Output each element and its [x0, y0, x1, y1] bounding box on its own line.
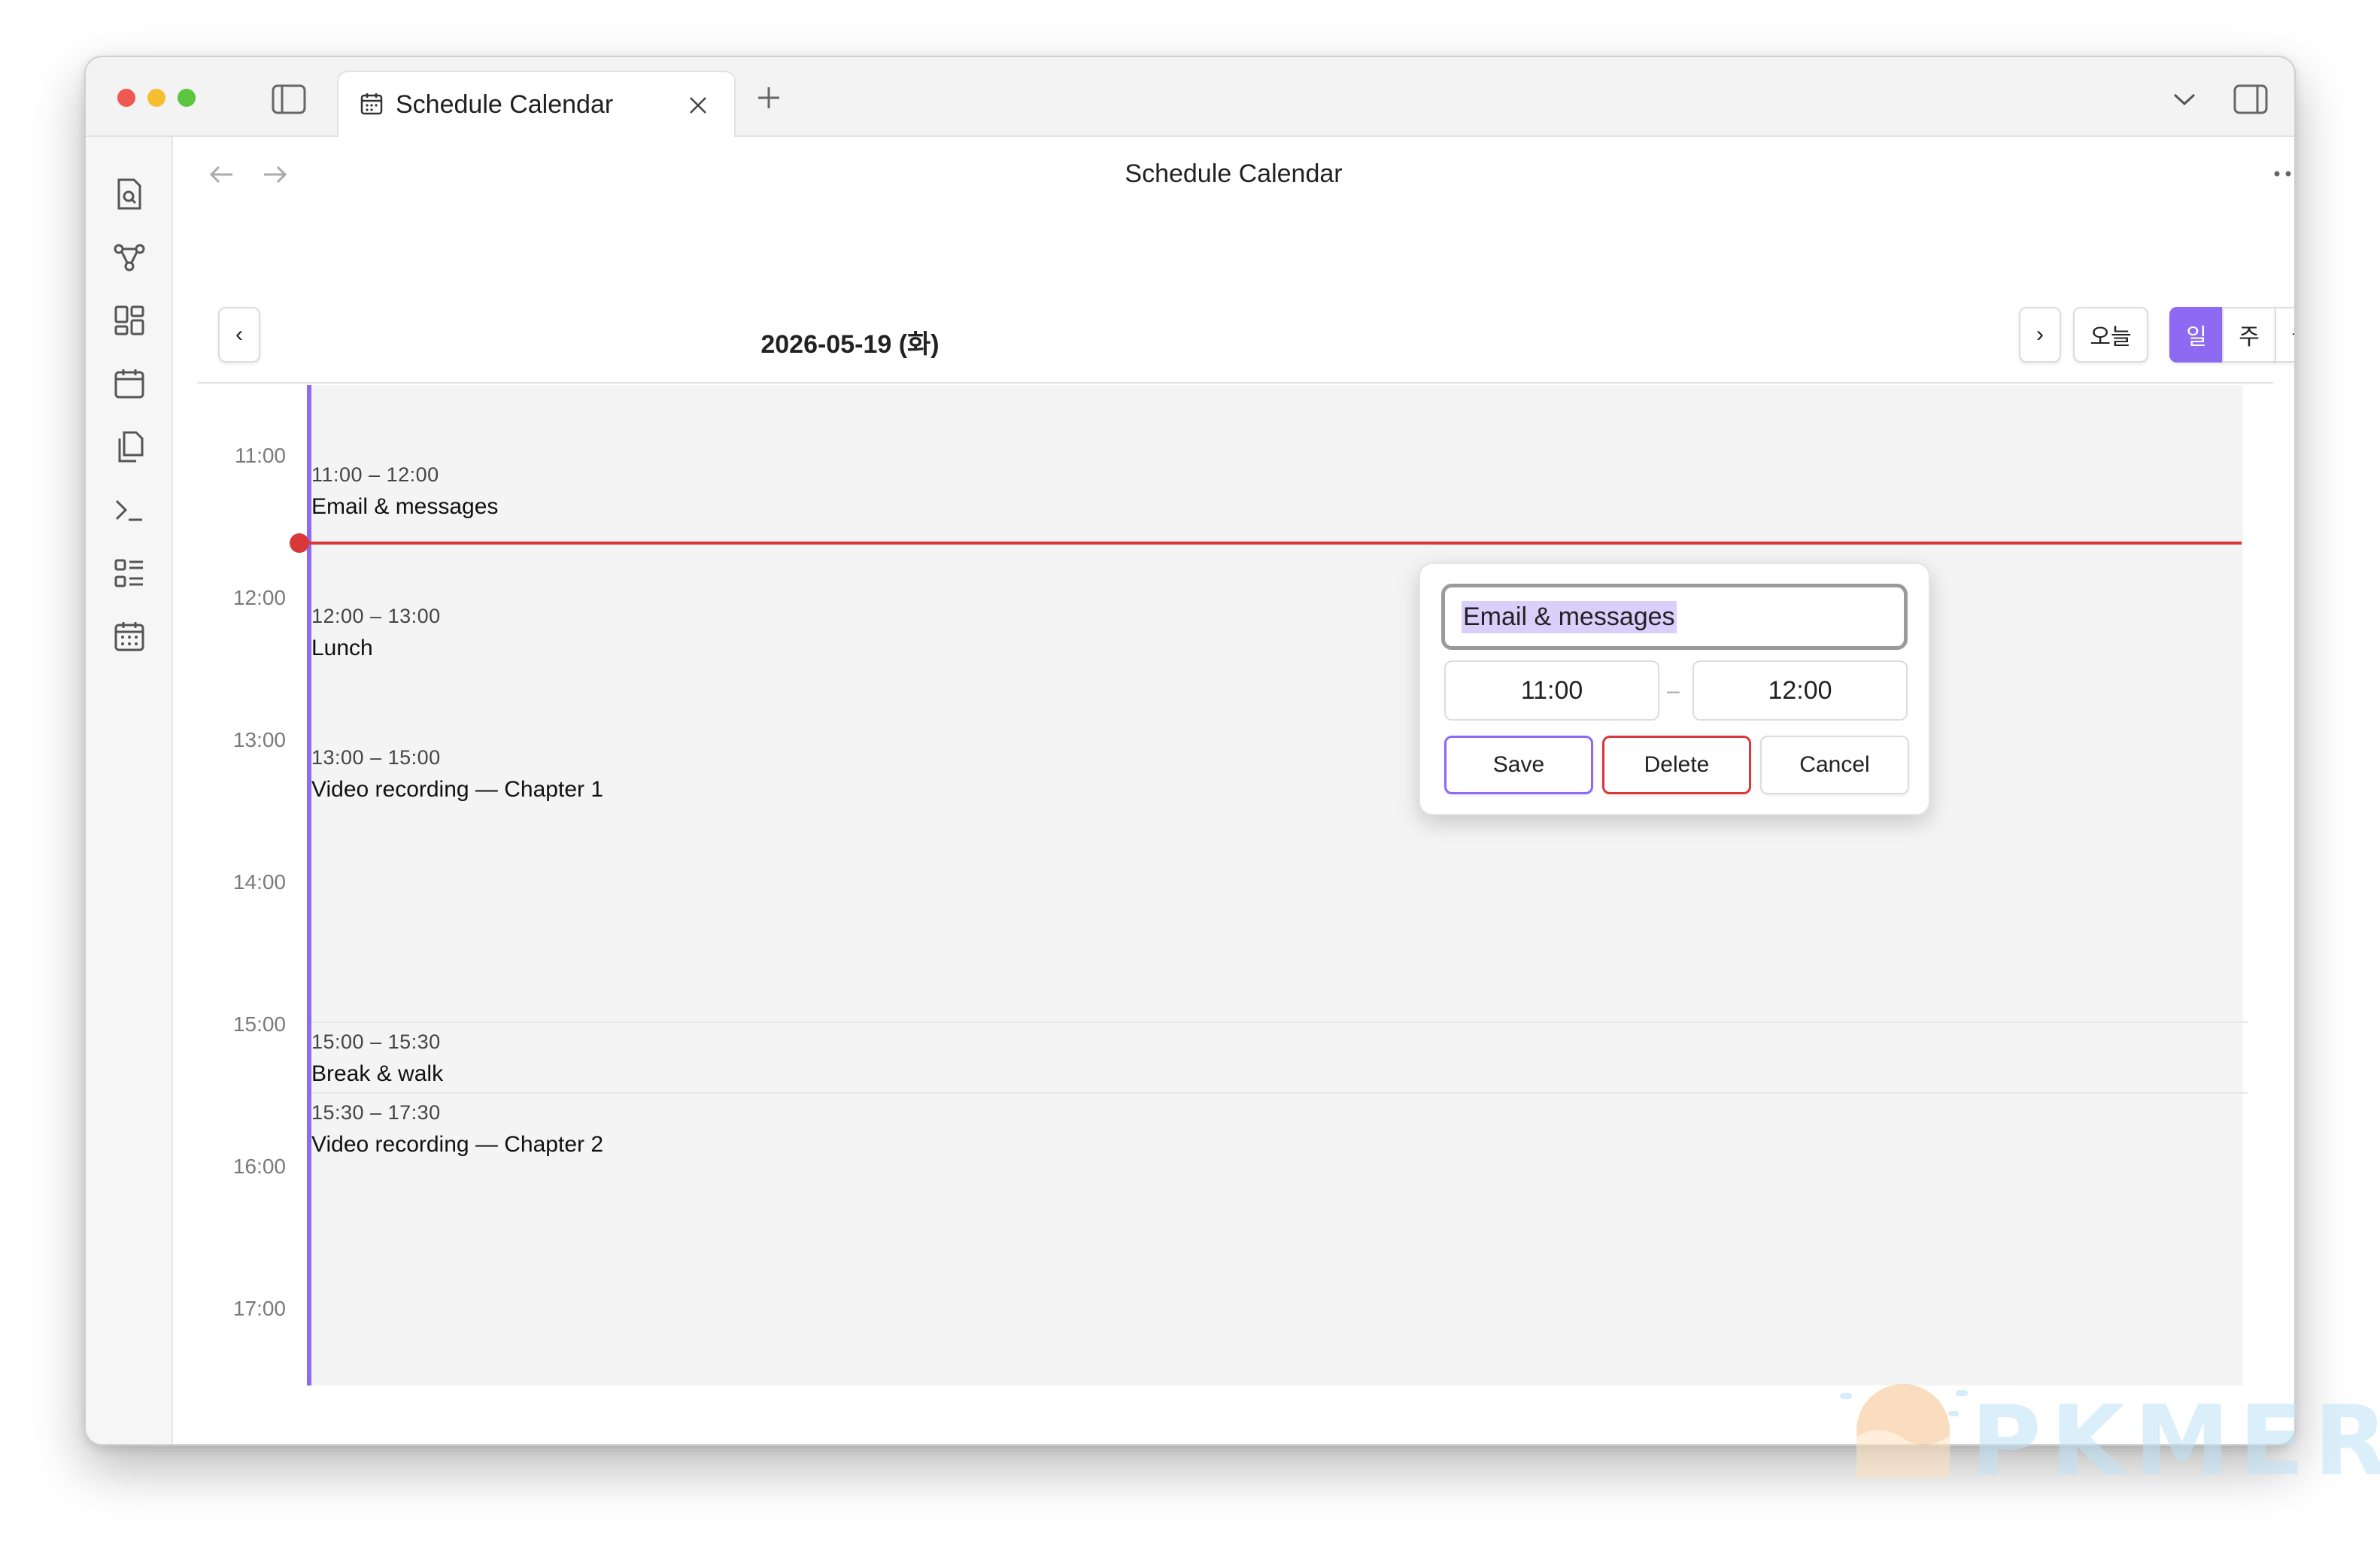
- hour-label: 16:00: [232, 1155, 286, 1178]
- main-view: Schedule Calendar ‹ 2026-05-19 (화) › 오늘 …: [173, 137, 2294, 1444]
- hour-label: 15:00: [232, 1012, 286, 1036]
- new-tab-icon[interactable]: [754, 83, 784, 113]
- schedule-calendar-icon[interactable]: [111, 618, 147, 654]
- event-title: Email & messages: [311, 494, 499, 519]
- left-ribbon: [86, 137, 173, 1444]
- current-date: 2026-05-19 (화): [760, 330, 940, 359]
- graph-view-icon[interactable]: [111, 239, 147, 275]
- event-time: 15:30 – 17:30: [311, 1101, 441, 1124]
- event-block[interactable]: 13:00 – 15:00 Video recording — Chapter …: [311, 746, 603, 803]
- week-view-button[interactable]: 주: [2222, 307, 2276, 363]
- app-window: Schedule Calendar Schedule Calendar ‹ 20…: [84, 56, 2296, 1446]
- save-button[interactable]: Save: [1444, 736, 1593, 794]
- dashboard-icon[interactable]: [111, 302, 147, 338]
- close-window-button[interactable]: [117, 89, 135, 107]
- current-time-line: [299, 542, 2242, 545]
- event-time: 12:00 – 13:00: [311, 605, 441, 627]
- event-block[interactable]: 15:30 – 17:30 Video recording — Chapter …: [311, 1101, 603, 1158]
- event-title: Lunch: [311, 636, 373, 660]
- event-title: Break & walk: [311, 1061, 444, 1086]
- time-separator: –: [1667, 678, 1680, 703]
- title-bar: Schedule Calendar: [86, 57, 2294, 138]
- next-day-button[interactable]: ›: [2019, 307, 2061, 363]
- event-block[interactable]: 11:00 – 12:00 Email & messages: [311, 463, 498, 520]
- month-view-button[interactable]: 월: [2275, 307, 2294, 363]
- prev-day-button[interactable]: ‹: [218, 307, 260, 363]
- right-sidebar-toggle-icon[interactable]: [2231, 80, 2270, 119]
- event-time: 13:00 – 15:00: [311, 746, 441, 769]
- event-editor-popup: Email & messages 11:00 – 12:00 Save Dele…: [1419, 563, 1930, 815]
- search-file-icon[interactable]: [111, 176, 147, 212]
- view-title: Schedule Calendar: [1125, 159, 1343, 188]
- selected-title-text: Email & messages: [1462, 600, 1677, 633]
- delete-button[interactable]: Delete: [1602, 736, 1751, 794]
- calendar-icon: [358, 90, 385, 117]
- event-block[interactable]: 15:00 – 15:30 Break & walk: [311, 1030, 443, 1087]
- hour-label: 12:00: [232, 586, 286, 609]
- watermark-text: PKMER: [1971, 1386, 2380, 1498]
- event-divider: [311, 1021, 2248, 1023]
- today-button[interactable]: 오늘: [2073, 307, 2148, 363]
- hour-label: 14:00: [232, 870, 286, 894]
- list-view-icon[interactable]: [111, 555, 147, 591]
- tab-schedule-calendar[interactable]: Schedule Calendar: [337, 71, 736, 138]
- minimize-window-button[interactable]: [147, 89, 165, 107]
- event-title: Video recording — Chapter 2: [311, 1132, 604, 1157]
- zoom-window-button[interactable]: [178, 89, 196, 107]
- event-title: Video recording — Chapter 1: [311, 777, 604, 802]
- end-time-input[interactable]: 12:00: [1692, 660, 1908, 721]
- event-title-input[interactable]: Email & messages: [1441, 584, 1908, 650]
- hour-label: 17:00: [232, 1297, 286, 1320]
- tab-label: Schedule Calendar: [396, 90, 614, 119]
- event-divider: [311, 1092, 2248, 1094]
- close-tab-icon[interactable]: [685, 92, 712, 119]
- terminal-icon[interactable]: [111, 492, 147, 528]
- hour-label: 11:00: [235, 444, 286, 467]
- day-timeline[interactable]: [307, 385, 2243, 1386]
- event-time: 11:00 – 12:00: [311, 463, 439, 486]
- day-view-button[interactable]: 일: [2169, 307, 2224, 363]
- more-options-icon[interactable]: [2272, 162, 2294, 185]
- chevron-down-icon[interactable]: [2169, 86, 2199, 113]
- copy-files-icon[interactable]: [111, 429, 147, 465]
- current-time-dot: [290, 533, 309, 553]
- event-block[interactable]: 12:00 – 13:00 Lunch: [311, 605, 441, 661]
- pkmer-watermark: PKMER: [1835, 1378, 2380, 1498]
- hour-label: 13:00: [232, 728, 286, 751]
- calendar-icon[interactable]: [111, 366, 147, 402]
- calendar-header-divider: [197, 382, 2273, 384]
- start-time-input[interactable]: 11:00: [1444, 660, 1659, 721]
- sidebar-toggle-icon[interactable]: [269, 80, 308, 119]
- event-time: 15:00 – 15:30: [311, 1030, 441, 1053]
- cancel-button[interactable]: Cancel: [1760, 736, 1909, 794]
